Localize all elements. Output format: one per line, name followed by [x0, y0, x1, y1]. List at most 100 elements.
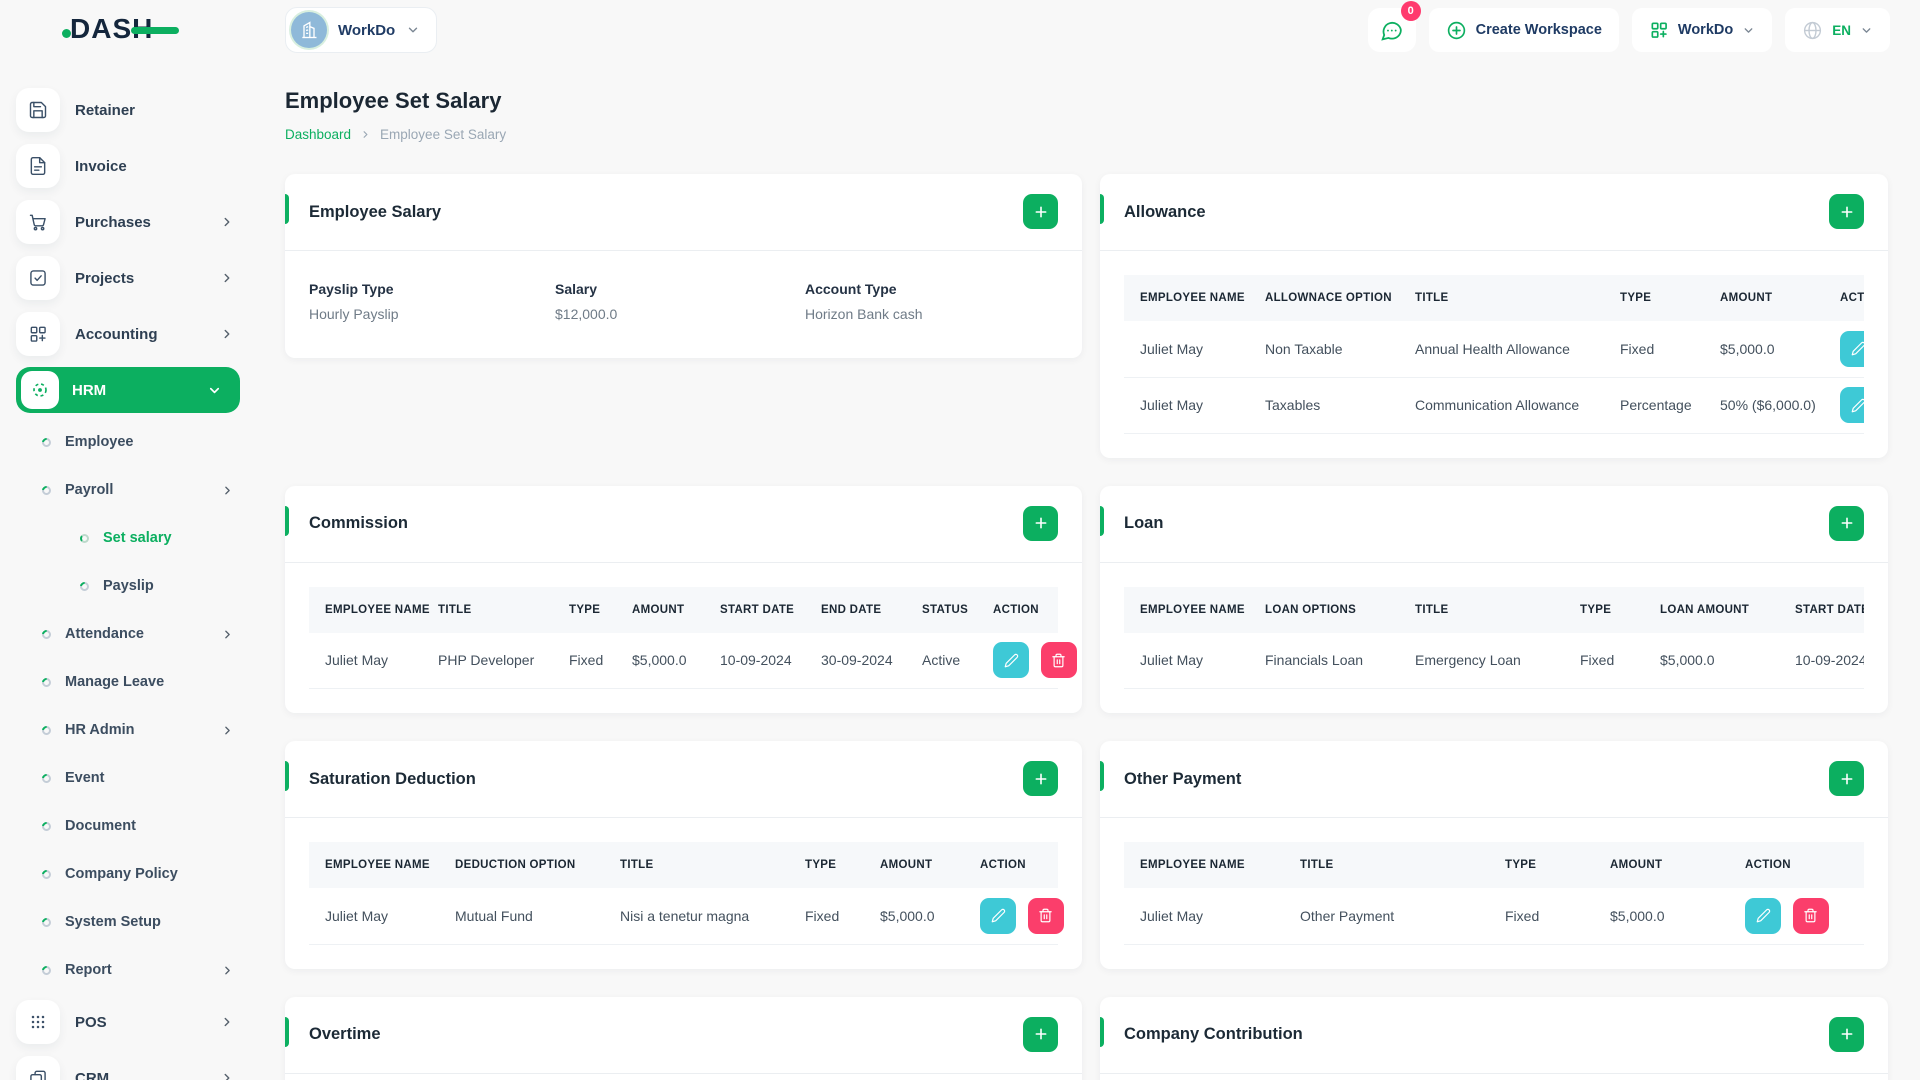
delete-button[interactable]: [1040, 642, 1077, 679]
chevron-right-icon: [221, 724, 234, 737]
chat-icon: [1381, 21, 1402, 41]
add-loan-button[interactable]: [1829, 505, 1864, 541]
sidebar-item-invoice[interactable]: Invoice: [16, 138, 260, 194]
sidebar-item-payroll[interactable]: Payroll: [16, 466, 260, 514]
col-header: AMOUNT: [1720, 292, 1773, 304]
sidebar-item-label: Event: [65, 770, 105, 786]
sidebar-item-accounting[interactable]: Accounting: [16, 306, 260, 362]
app-switcher-button[interactable]: WorkDo: [1631, 8, 1773, 52]
sidebar-item-label: POS: [75, 1013, 107, 1031]
cell-title: PHP Developer: [422, 632, 553, 689]
sidebar-item-hrm[interactable]: HRM: [16, 367, 240, 413]
chevron-down-icon: [207, 383, 222, 398]
app-switcher-label: WorkDo: [1677, 22, 1734, 38]
col-header: END DATE: [821, 603, 882, 616]
cell-option: Mutual Fund: [439, 888, 604, 945]
cell-type: Fixed: [1564, 632, 1644, 689]
cell-actions: [977, 632, 1077, 689]
edit-button[interactable]: [1840, 330, 1864, 367]
card-header: Employee Salary: [285, 174, 1082, 251]
edit-button[interactable]: [980, 897, 1016, 934]
sidebar-item-label: Retainer: [75, 101, 136, 119]
table-row: Juliet May PHP Developer Fixed $5,000.0 …: [309, 632, 1077, 689]
cell-title: Emergency Loan: [1399, 632, 1564, 689]
topbar-actions: 0 Create Workspace WorkDo EN: [1367, 1, 1890, 52]
col-header: AMOUNT: [880, 859, 933, 871]
field-value: $12,000.0: [555, 306, 618, 322]
add-allowance-button[interactable]: [1829, 194, 1864, 229]
table-row: Juliet May Non Taxable Annual Health All…: [1124, 321, 1864, 378]
sidebar-item-payslip[interactable]: Payslip: [16, 562, 260, 610]
sidebar-item-pos[interactable]: POS: [16, 994, 260, 1050]
loan-table: EMPLOYEE NAME LOAN OPTIONS TITLE TYPE LO…: [1124, 586, 1864, 689]
card-header: Loan: [1100, 486, 1888, 563]
bullet-icon: [40, 915, 53, 929]
card-title: Employee Salary: [309, 202, 442, 221]
bullet-icon: [40, 723, 53, 737]
add-other-payment-button[interactable]: [1829, 761, 1864, 796]
cell-type: Fixed: [1489, 888, 1594, 945]
workspace-name: WorkDo: [338, 21, 396, 39]
create-workspace-button[interactable]: Create Workspace: [1428, 8, 1619, 52]
cell-type: Fixed: [789, 888, 864, 945]
cell-employee: Juliet May: [1124, 321, 1249, 378]
add-employee-salary-button[interactable]: [1023, 194, 1058, 229]
breadcrumb-dashboard-link[interactable]: Dashboard: [285, 127, 351, 142]
sidebar-item-event[interactable]: Event: [16, 754, 260, 802]
cell-type: Fixed: [553, 632, 616, 689]
language-button[interactable]: EN: [1785, 8, 1890, 52]
edit-button[interactable]: [993, 642, 1029, 679]
sidebar-item-label: Attendance: [65, 626, 144, 642]
edit-button[interactable]: [1840, 387, 1864, 423]
sidebar-item-attendance[interactable]: Attendance: [16, 610, 260, 658]
trash-icon: [1804, 908, 1818, 923]
card-title: Commission: [309, 514, 409, 532]
sidebar-item-company-policy[interactable]: Company Policy: [16, 850, 260, 898]
cards-grid: Employee Salary Payslip Type Hourly Pays…: [285, 174, 1888, 1080]
delete-button[interactable]: [1027, 897, 1064, 934]
add-commission-button[interactable]: [1023, 505, 1058, 541]
sidebar-item-label: CRM: [75, 1069, 110, 1080]
table-header-row: EMPLOYEE NAME LOAN OPTIONS TITLE TYPE LO…: [1124, 586, 1864, 633]
sidebar-item-document[interactable]: Document: [16, 802, 260, 850]
accent-bar: [285, 505, 289, 536]
sidebar-item-label: HRM: [72, 381, 107, 399]
bullet-icon: [40, 435, 53, 449]
breadcrumb-current: Employee Set Salary: [380, 127, 507, 142]
plus-icon: [1841, 206, 1852, 217]
sidebar-item-employee[interactable]: Employee: [16, 418, 260, 466]
sidebar-item-hr-admin[interactable]: HR Admin: [16, 706, 260, 754]
sidebar-item-manage-leave[interactable]: Manage Leave: [16, 658, 260, 706]
dash-logo[interactable]: DASH: [62, 13, 180, 45]
cell-amount: $5,000.0: [1644, 632, 1779, 689]
sidebar-item-purchases[interactable]: Purchases: [16, 194, 260, 250]
add-overtime-button[interactable]: [1023, 1016, 1058, 1052]
sidebar-item-projects[interactable]: Projects: [16, 250, 260, 306]
cell-end-date: 30-09-2024: [805, 632, 906, 689]
card-header: Company Contribution: [1100, 997, 1888, 1074]
topbar: DASH WorkDo 0 Create Workspace WorkDo EN: [0, 0, 1920, 60]
card-body: [285, 1074, 1082, 1080]
table-row: Juliet May Mutual Fund Nisi a tenetur ma…: [309, 888, 1064, 945]
plus-icon: [1035, 517, 1046, 529]
add-saturation-deduction-button[interactable]: [1023, 761, 1058, 796]
sidebar-item-set-salary[interactable]: Set salary: [16, 514, 260, 562]
accent-bar: [1100, 1016, 1104, 1047]
sidebar-item-retainer[interactable]: Retainer: [16, 82, 260, 138]
logo-bar: [131, 27, 180, 34]
breadcrumb: Dashboard Employee Set Salary: [285, 127, 1888, 142]
chevron-right-icon: [220, 1015, 234, 1029]
card-body: EMPLOYEE NAME DEDUCTION OPTION TITLE TYP…: [285, 818, 1082, 969]
card-header: Commission: [285, 486, 1082, 563]
sidebar-item-report[interactable]: Report: [16, 946, 260, 994]
col-header: DEDUCTION OPTION: [455, 859, 576, 871]
add-company-contribution-button[interactable]: [1829, 1016, 1864, 1052]
delete-button[interactable]: [1792, 897, 1829, 934]
messages-button[interactable]: 0: [1367, 1, 1421, 52]
sidebar-item-system-setup[interactable]: System Setup: [16, 898, 260, 946]
pencil-icon: [1851, 342, 1864, 356]
chevron-down-icon: [1862, 27, 1871, 33]
workspace-selector[interactable]: WorkDo: [285, 7, 438, 53]
sidebar-item-crm[interactable]: CRM: [16, 1050, 260, 1080]
edit-button[interactable]: [1745, 897, 1781, 934]
